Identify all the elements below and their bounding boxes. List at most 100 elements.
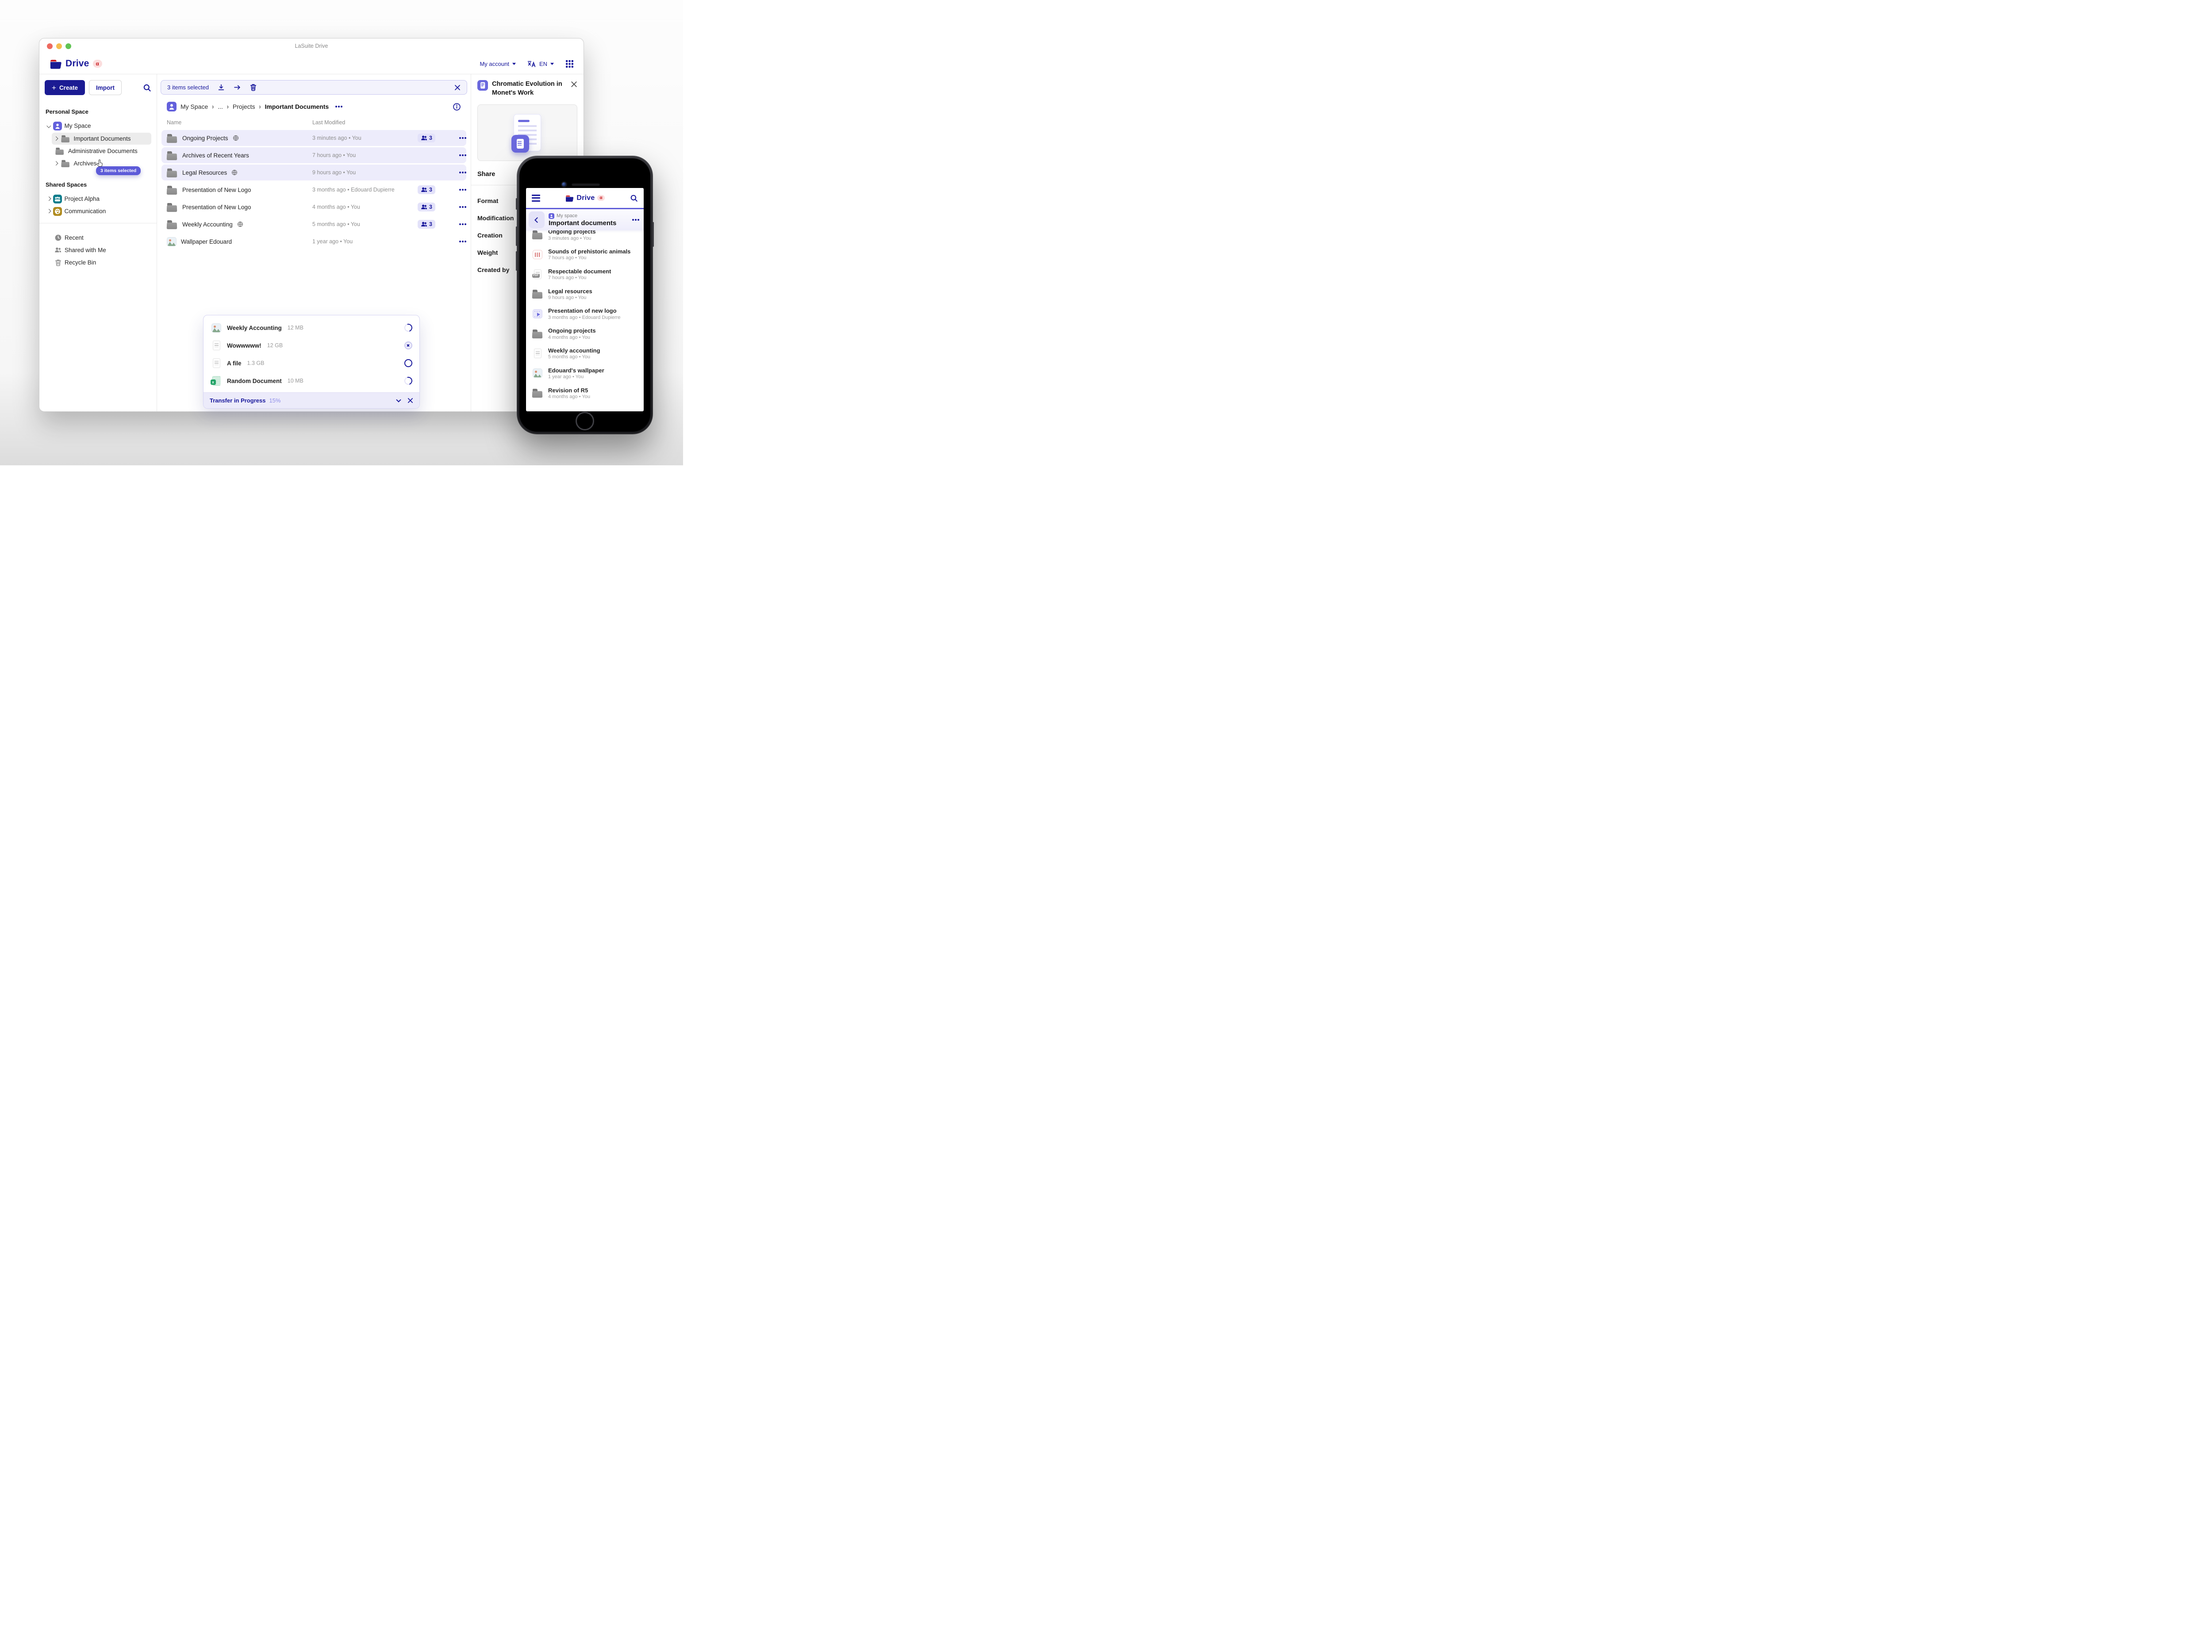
transfer-status-icon[interactable] xyxy=(403,375,414,387)
window-title: LaSuite Drive xyxy=(295,43,328,49)
file-type-icon xyxy=(167,168,178,177)
ellipsis-icon xyxy=(459,172,461,173)
row-more-button[interactable] xyxy=(447,206,461,208)
file-type-icon xyxy=(532,289,543,299)
phone-file-item[interactable]: Weekly accounting 5 months ago • You xyxy=(526,344,644,364)
file-modified: 9 hours ago • You xyxy=(312,169,356,176)
shared-count-badge[interactable]: 3 xyxy=(418,203,435,211)
phone-home-button[interactable] xyxy=(576,412,594,430)
sidebar-shared-space-item[interactable]: Communication xyxy=(45,205,151,217)
transfer-item: A file 1.3 GB xyxy=(206,354,417,372)
shared-count-badge[interactable]: 3 xyxy=(418,220,435,229)
search-button[interactable] xyxy=(630,194,638,202)
file-row[interactable]: Weekly Accounting 5 months ago • You 3 xyxy=(161,216,466,232)
column-last-modified: Last Modified xyxy=(312,119,346,126)
import-label: Import xyxy=(96,84,115,91)
file-type-icon xyxy=(212,341,220,350)
import-button[interactable]: Import xyxy=(88,80,122,95)
file-row[interactable]: Presentation of New Logo 4 months ago • … xyxy=(161,199,466,215)
window-titlebar: LaSuite Drive xyxy=(39,38,584,54)
row-more-button[interactable] xyxy=(447,223,461,225)
transfer-status-icon[interactable] xyxy=(404,359,412,367)
drag-tooltip: 3 items selected xyxy=(96,166,141,175)
row-more-button[interactable] xyxy=(447,154,461,156)
close-panel-button[interactable] xyxy=(571,81,577,88)
phone-file-item[interactable]: Ongoing projects 4 months ago • You xyxy=(526,324,644,344)
delete-button[interactable] xyxy=(250,84,257,91)
ellipsis-icon xyxy=(459,241,461,242)
breadcrumb-segment[interactable]: My Space xyxy=(180,103,208,110)
breadcrumb: My Space › ... › Projects › Important Do… xyxy=(161,97,467,116)
sidebar-folder-item[interactable]: Important Documents xyxy=(52,133,151,145)
globe-icon xyxy=(233,135,238,141)
phone-file-item[interactable]: Edouard's wallpaper 1 year ago • You xyxy=(526,364,644,383)
download-icon xyxy=(218,84,224,90)
sidebar-utility-item[interactable]: Shared with Me xyxy=(52,244,151,256)
transfer-status-icon[interactable] xyxy=(404,341,412,349)
globe-icon xyxy=(232,170,238,175)
create-label: Create xyxy=(59,84,78,91)
info-button[interactable] xyxy=(453,103,461,111)
my-account-label: My account xyxy=(480,60,509,67)
breadcrumb-separator: › xyxy=(227,102,229,111)
file-type-icon xyxy=(167,151,178,160)
file-row[interactable]: Presentation of New Logo 3 months ago • … xyxy=(161,182,466,198)
sidebar-shared-space-item[interactable]: Project Alpha xyxy=(45,193,151,205)
selection-count: 3 items selected xyxy=(167,84,209,91)
transfer-file-size: 12 GB xyxy=(267,342,283,349)
clear-selection-button[interactable] xyxy=(454,84,461,91)
file-type-icon xyxy=(532,230,543,239)
my-space-avatar-icon xyxy=(549,213,554,219)
phone-speaker xyxy=(572,183,600,186)
download-button[interactable] xyxy=(218,84,225,91)
breadcrumb-segment[interactable]: Projects xyxy=(233,103,255,110)
collapse-transfers-button[interactable] xyxy=(396,397,401,402)
phone-file-item[interactable]: Respectable document 7 hours ago • You xyxy=(526,264,644,284)
breadcrumb-more-button[interactable] xyxy=(335,106,343,107)
file-type-icon xyxy=(167,203,178,212)
row-more-button[interactable] xyxy=(447,172,461,173)
file-type-icon xyxy=(533,309,542,319)
row-more-button[interactable] xyxy=(447,189,461,191)
my-account-menu[interactable]: My account xyxy=(480,60,516,67)
breadcrumb-segment[interactable]: ... xyxy=(218,103,223,110)
row-more-button[interactable] xyxy=(447,241,461,242)
sidebar-folder-item[interactable]: Administrative Documents xyxy=(52,145,151,157)
phone-file-item[interactable]: Sounds of prehistoric animals 7 hours ag… xyxy=(526,245,644,264)
breadcrumb-separator: › xyxy=(259,102,261,111)
sidebar-item-my-space[interactable]: My Space xyxy=(45,120,151,132)
move-button[interactable] xyxy=(234,84,241,91)
row-more-button[interactable] xyxy=(447,137,461,139)
phone-app-header: Drive α xyxy=(526,188,644,208)
transfer-item: Random Document 10 MB xyxy=(206,372,417,390)
file-row[interactable]: Archives of Recent Years 7 hours ago • Y… xyxy=(161,147,466,163)
transfer-progress-percent: 15% xyxy=(269,397,281,404)
back-button[interactable] xyxy=(529,211,545,228)
shared-space-label: Communication xyxy=(64,208,106,215)
file-row[interactable]: Ongoing Projects 3 minutes ago • You 3 xyxy=(161,130,466,146)
file-row[interactable]: Wallpaper Edouard 1 year ago • You xyxy=(161,234,466,249)
phone-file-item[interactable]: Legal resources 9 hours ago • You xyxy=(526,284,644,304)
close-transfers-button[interactable] xyxy=(407,398,413,403)
app-grid-icon[interactable] xyxy=(565,60,574,68)
search-button[interactable] xyxy=(143,84,151,92)
shared-count: 3 xyxy=(429,187,432,193)
file-row[interactable]: Legal Resources 9 hours ago • You xyxy=(161,165,466,180)
details-title: Chromatic Evolution in Monet's Work xyxy=(492,80,562,96)
sidebar-utility-item[interactable]: Recent xyxy=(52,232,151,244)
phone-file-item[interactable]: Presentation of new logo 3 months ago • … xyxy=(526,304,644,324)
phone-file-item[interactable]: Revision of R5 4 months ago • You xyxy=(526,383,644,403)
transfer-status-icon[interactable] xyxy=(403,322,414,333)
phone-file-name: Presentation of new logo xyxy=(548,307,617,314)
language-menu[interactable]: EN xyxy=(527,60,554,68)
shared-count-badge[interactable]: 3 xyxy=(418,185,435,194)
chevron-down-icon xyxy=(512,62,516,65)
sidebar-utility-item[interactable]: Recycle Bin xyxy=(52,257,151,268)
phone-file-name: Sounds of prehistoric animals xyxy=(548,248,631,255)
folder-more-button[interactable] xyxy=(632,219,639,221)
menu-button[interactable] xyxy=(532,194,540,202)
create-button[interactable]: + Create xyxy=(45,80,85,95)
folder-icon xyxy=(61,135,70,142)
shared-count-badge[interactable]: 3 xyxy=(418,134,435,142)
alpha-badge: α xyxy=(92,60,102,68)
